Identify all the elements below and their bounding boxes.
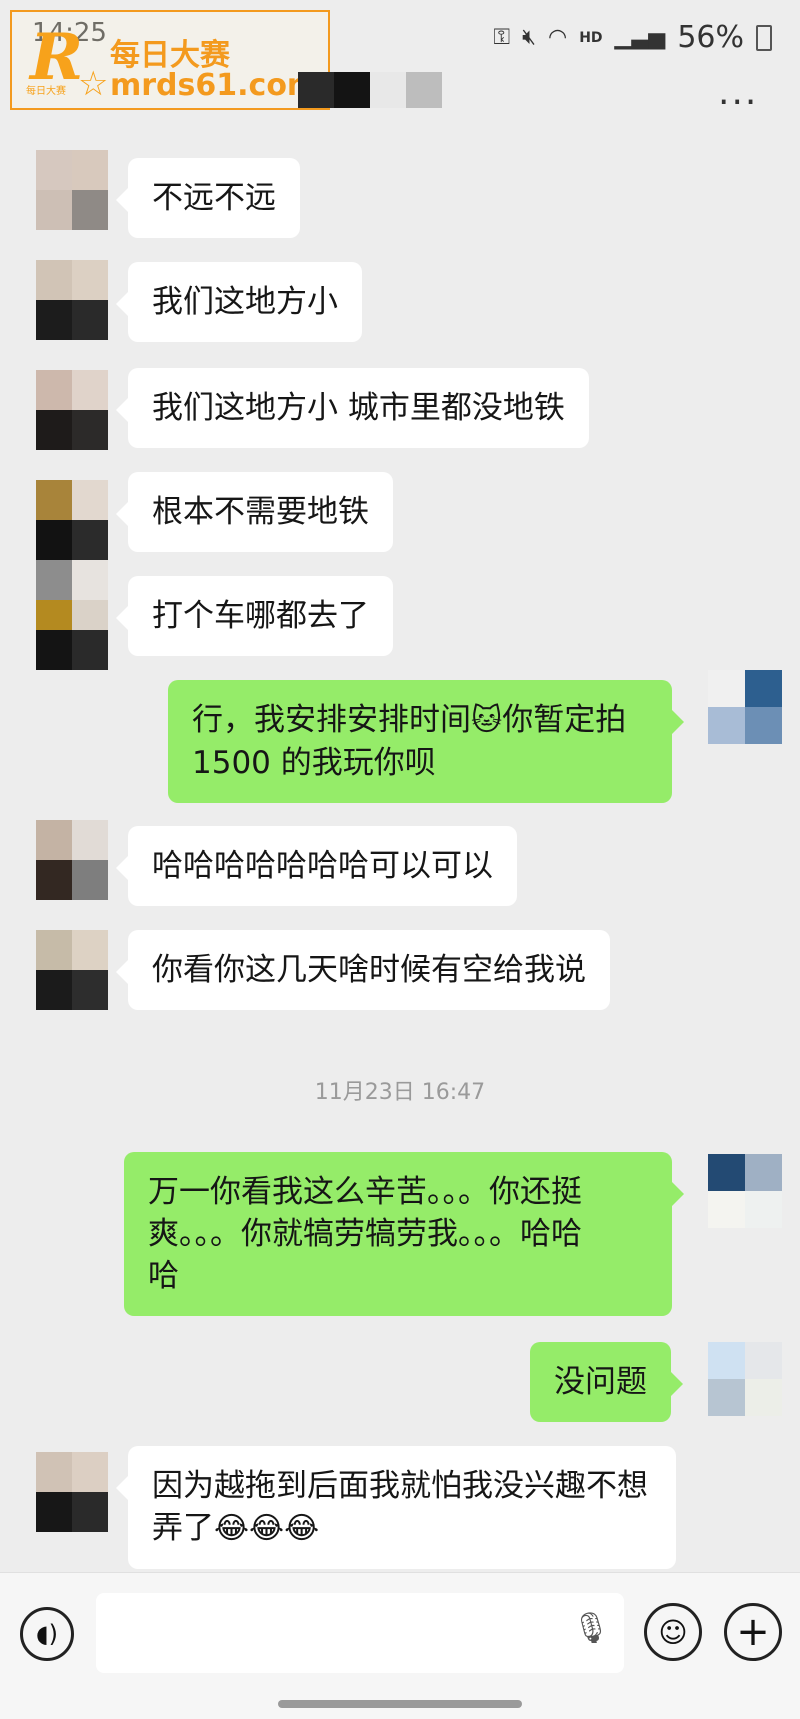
message-text: 行，我安排安排时间: [192, 702, 471, 738]
message-text: 爽。。。你就犒劳犒劳我。。。哈哈: [148, 1216, 582, 1252]
message-text: 打个车哪都去了: [152, 598, 369, 634]
watermark-logo: R ☆ 每日大赛 每日大赛 mrds61.com: [10, 10, 330, 110]
avatar[interactable]: [36, 560, 108, 640]
message-text: 你看你这几天啥时候有空给我说: [152, 952, 586, 988]
home-indicator[interactable]: [278, 1700, 522, 1708]
message-bubble-self[interactable]: 没问题: [530, 1342, 683, 1422]
avatar[interactable]: [36, 930, 108, 1010]
message-text: 因为越拖到后面我就怕我没兴趣不想: [152, 1468, 648, 1504]
laughing-emoji-icon: 😂😂😂: [214, 1511, 320, 1546]
message-text: 万一你看我这么辛苦。。。你还挺: [148, 1174, 582, 1210]
message-input[interactable]: [96, 1593, 624, 1673]
contact-name-blurred: [298, 72, 442, 108]
message-text: 不远不远: [152, 180, 276, 216]
battery-icon: [756, 24, 772, 51]
message-bubble[interactable]: 哈哈哈哈哈哈哈可以可以: [116, 826, 517, 906]
message-bubble[interactable]: 你看你这几天啥时候有空给我说: [116, 930, 610, 1010]
voice-icon[interactable]: ◖): [20, 1607, 74, 1661]
message-text: 没问题: [554, 1364, 647, 1400]
message-bubble[interactable]: 打个车哪都去了: [116, 576, 393, 656]
hd-label: HD: [579, 29, 603, 46]
message-bubble[interactable]: 根本不需要地铁: [116, 472, 393, 552]
avatar-self[interactable]: [708, 1342, 782, 1416]
message-text: 哈: [148, 1258, 179, 1294]
input-bar: ◖) 🎙︎ ☺ +: [0, 1572, 800, 1719]
cat-emoji-icon: 🐱: [471, 703, 503, 738]
chat-timestamp: 11月23日 16:47: [314, 1080, 486, 1105]
message-text: 哈哈哈哈哈哈哈可以可以: [152, 848, 493, 884]
more-options-button[interactable]: ···: [718, 82, 758, 123]
smiley-icon[interactable]: ☺: [644, 1603, 702, 1661]
message-text: 弄了: [152, 1510, 214, 1546]
avatar[interactable]: [36, 820, 108, 900]
microphone-icon[interactable]: 🎙︎: [572, 1611, 610, 1646]
wifi-icon: ◠: [548, 25, 568, 50]
avatar-self[interactable]: [708, 670, 782, 744]
message-text: 我们这地方小: [152, 284, 338, 320]
message-text: 你暂定拍: [502, 702, 627, 738]
message-bubble[interactable]: 我们这地方小: [116, 262, 362, 342]
status-icons: ⚿ 🔇︎ ◠ HD ▁▃▅ 56%: [493, 20, 772, 55]
star-icon: ☆: [78, 64, 109, 104]
signal-icon: ▁▃▅: [614, 25, 666, 50]
avatar[interactable]: [36, 150, 108, 230]
key-icon: ⚿: [493, 25, 511, 50]
message-bubble-self[interactable]: 万一你看我这么辛苦。。。你还挺 爽。。。你就犒劳犒劳我。。。哈哈 哈: [124, 1152, 684, 1316]
battery-percent: 56%: [677, 20, 744, 55]
avatar[interactable]: [36, 260, 108, 340]
mute-icon: 🔇︎: [522, 25, 536, 50]
avatar[interactable]: [36, 370, 108, 450]
avatar[interactable]: [36, 480, 108, 560]
message-bubble[interactable]: 不远不远: [116, 158, 300, 238]
watermark-url: mrds61.com: [110, 68, 319, 103]
avatar: [36, 630, 108, 670]
message-text: 我们这地方小 城市里都没地铁: [152, 390, 565, 426]
watermark-brand-small: 每日大赛: [26, 86, 66, 97]
message-bubble[interactable]: 我们这地方小 城市里都没地铁: [116, 368, 589, 448]
message-text: 1500 的我玩你呗: [192, 745, 436, 781]
plus-icon[interactable]: +: [724, 1603, 782, 1661]
avatar[interactable]: [36, 1452, 108, 1532]
message-bubble-self[interactable]: 行，我安排安排时间🐱你暂定拍 1500 的我玩你呗: [168, 680, 684, 803]
message-text: 根本不需要地铁: [152, 494, 369, 530]
avatar-self[interactable]: [708, 1154, 782, 1228]
message-bubble[interactable]: 因为越拖到后面我就怕我没兴趣不想 弄了😂😂😂: [116, 1446, 676, 1569]
